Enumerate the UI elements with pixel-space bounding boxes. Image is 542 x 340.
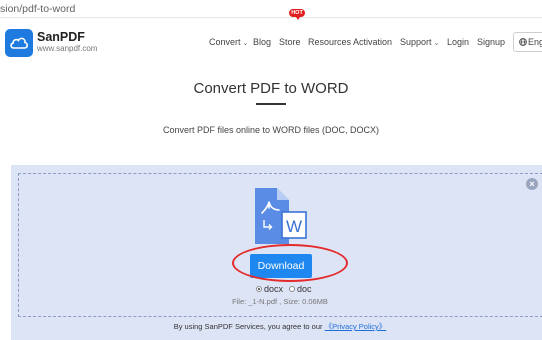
sanpdf-logo-icon[interactable] xyxy=(5,29,33,57)
radio-doc[interactable] xyxy=(289,285,296,292)
title-underline xyxy=(256,103,286,105)
chevron-down-icon: ⌄ xyxy=(433,40,440,47)
highlight-annotation xyxy=(232,244,348,282)
brand-url: www.sanpdf.com xyxy=(37,44,98,53)
radio-docx[interactable] xyxy=(256,285,262,292)
site-header: SanPDF www.sanpdf.com Convert ⌄ Blog Stor… xyxy=(0,18,542,66)
nav-support-label: Support xyxy=(400,37,432,47)
radio-docx-label[interactable]: docx xyxy=(264,284,283,294)
nav-signup[interactable]: Signup xyxy=(477,37,505,47)
page-title: Convert PDF to WORD xyxy=(193,80,349,97)
terms-notice: By using SanPDF Services, you agree to o… xyxy=(0,321,542,332)
nav-support[interactable]: Support ⌄ xyxy=(400,37,439,47)
nav-store[interactable]: Store xyxy=(279,37,301,47)
language-selector[interactable]: Engl xyxy=(513,32,542,52)
hot-badge-tail xyxy=(296,17,300,20)
globe-icon xyxy=(519,38,527,46)
terms-text: By using SanPDF Services, you agree to o… xyxy=(173,322,323,331)
nav-blog[interactable]: Blog xyxy=(253,37,271,47)
address-bar[interactable]: sion/pdf-to-word xyxy=(0,0,542,18)
word-letter: W xyxy=(286,217,302,236)
brand-name[interactable]: SanPDF xyxy=(37,30,85,44)
nav-convert[interactable]: Convert ⌄ xyxy=(209,37,248,47)
nav-login[interactable]: Login xyxy=(447,37,469,47)
hot-badge: HOT xyxy=(289,9,305,17)
nav-convert-label: Convert xyxy=(209,37,241,47)
radio-doc-label[interactable]: doc xyxy=(297,284,312,294)
url-text[interactable]: sion/pdf-to-word xyxy=(0,3,75,15)
page-subtitle: Convert PDF files online to WORD files (… xyxy=(162,125,380,135)
close-icon[interactable]: × xyxy=(526,178,538,190)
chevron-down-icon: ⌄ xyxy=(242,40,249,47)
nav-activation[interactable]: Activation xyxy=(353,37,392,47)
nav-resources[interactable]: Resources xyxy=(308,37,351,47)
language-label: Engl xyxy=(528,37,542,47)
file-info: File: _1-N.pdf , Size: 0.06MB xyxy=(232,297,328,306)
format-options: docx doc xyxy=(256,284,318,294)
pdf-to-word-file-icon: W xyxy=(255,188,307,244)
privacy-policy-link[interactable]: 《Privacy Policy》 xyxy=(325,322,387,331)
